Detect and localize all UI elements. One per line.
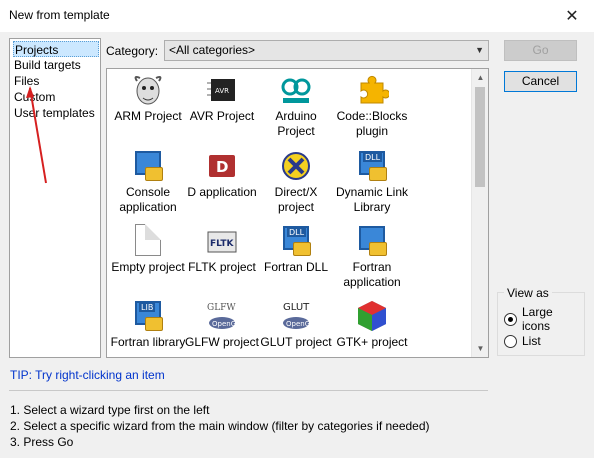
radio-selected-icon[interactable] — [504, 312, 517, 326]
category-label: Category: — [106, 44, 159, 58]
fltk-icon: FLTK — [205, 224, 239, 258]
template-label: Empty project — [111, 260, 185, 274]
template-fortran-dll[interactable]: DLL Fortran DLL — [256, 224, 336, 275]
dll-icon: DLL — [355, 149, 389, 183]
cancel-button[interactable]: Cancel — [504, 71, 577, 92]
svg-text:D: D — [216, 158, 228, 176]
category-value: <All categories> — [169, 43, 256, 57]
template-avr-project[interactable]: AVR AVR Project — [182, 73, 262, 124]
tip-text: TIP: Try right-clicking an item — [10, 368, 165, 382]
template-label: D application — [187, 185, 257, 199]
instructions: 1. Select a wizard type first on the lef… — [10, 402, 430, 450]
template-codeblocks-plugin[interactable]: Code::Blocks plugin — [332, 73, 412, 139]
instruction-step: 3. Press Go — [10, 435, 74, 449]
svg-text:OpenGL: OpenGL — [286, 320, 313, 328]
template-console-application[interactable]: Console application — [108, 149, 188, 215]
template-glut-project[interactable]: GLUT OpenGL GLUT project — [256, 299, 336, 350]
d-app-icon: D — [205, 149, 239, 183]
fortran-lib-icon: LIB — [131, 299, 165, 333]
template-glfw-project[interactable]: GLFW OpenGL GLFW project — [182, 299, 262, 350]
template-fltk-project[interactable]: FLTK FLTK project — [182, 224, 262, 275]
go-button[interactable]: Go — [504, 40, 577, 61]
template-label: Arduino Project — [275, 109, 317, 138]
template-gtk-project[interactable]: GTK+ project — [332, 299, 412, 350]
template-label: Dynamic Link Library — [335, 185, 409, 214]
instruction-step: 2. Select a specific wizard from the mai… — [10, 419, 430, 433]
close-icon: ✕ — [565, 8, 579, 25]
glut-icon: GLUT OpenGL — [279, 299, 314, 333]
template-label: AVR Project — [189, 109, 255, 123]
template-fortran-application[interactable]: Fortran application — [332, 224, 412, 290]
radio-unselected-icon[interactable] — [504, 334, 517, 348]
radio-large-icons[interactable]: Large icons — [504, 305, 584, 333]
list-item-files[interactable]: Files — [13, 73, 40, 89]
svg-text:FLTK: FLTK — [210, 239, 235, 249]
template-label: Fortran DLL — [263, 260, 329, 274]
svg-text:GLFW: GLFW — [207, 303, 236, 313]
view-as-group: View as Large icons List — [497, 286, 585, 356]
avr-chip-icon: AVR — [205, 73, 239, 107]
view-as-title: View as — [504, 286, 552, 300]
divider — [9, 390, 488, 391]
chevron-down-icon: ▼ — [475, 45, 484, 55]
template-dynamic-link-library[interactable]: DLL Dynamic Link Library — [332, 149, 412, 215]
template-label: Code::Blocks plugin — [336, 109, 408, 138]
svg-text:OpenGL: OpenGL — [212, 320, 239, 328]
template-label: ARM Project — [114, 109, 182, 123]
template-label: Fortran application — [343, 260, 401, 289]
svg-text:AVR: AVR — [215, 87, 229, 95]
list-item-user-templates[interactable]: User templates — [13, 105, 96, 121]
arduino-icon — [279, 73, 313, 107]
scroll-up-icon[interactable]: ▲ — [472, 69, 488, 86]
template-arm-project[interactable]: ARM Project — [108, 73, 188, 124]
template-label: FLTK project — [188, 260, 256, 274]
blank-document-icon — [131, 224, 165, 258]
template-label: Console application — [119, 185, 177, 214]
scroll-down-icon[interactable]: ▼ — [472, 340, 488, 357]
fortran-dll-icon: DLL — [279, 224, 313, 258]
list-item-build-targets[interactable]: Build targets — [13, 57, 82, 73]
svg-text:GLUT: GLUT — [283, 302, 310, 313]
instruction-step: 1. Select a wizard type first on the lef… — [10, 403, 210, 417]
template-d-application[interactable]: D D application — [182, 149, 262, 200]
title-bar: New from template ✕ — [0, 0, 594, 32]
template-directx-project[interactable]: Direct/X project — [256, 149, 336, 215]
puzzle-icon — [355, 73, 391, 107]
template-label: GLUT project — [260, 335, 332, 349]
template-grid[interactable]: ARM Project AVR AVR Project Arduino Proj… — [106, 68, 489, 358]
fortran-app-icon — [355, 224, 389, 258]
radio-label: Large icons — [522, 305, 553, 333]
gnu-icon — [131, 73, 165, 107]
gtk-icon — [355, 299, 389, 333]
template-label: GLFW project — [184, 335, 259, 349]
scrollbar-thumb[interactable] — [475, 87, 485, 187]
radio-list[interactable]: List — [504, 333, 541, 349]
template-fortran-library[interactable]: LIB Fortran library — [108, 299, 188, 350]
category-dropdown[interactable]: <All categories> ▼ — [164, 40, 489, 61]
template-label: Direct/X project — [274, 185, 318, 214]
directx-icon — [279, 149, 313, 183]
list-item-projects[interactable]: Projects — [13, 41, 99, 57]
close-button[interactable]: ✕ — [550, 0, 594, 32]
template-grid-scrollbar[interactable]: ▲ ▼ — [471, 69, 488, 357]
glfw-icon: GLFW OpenGL — [205, 299, 240, 333]
console-app-icon — [131, 149, 165, 183]
wizard-type-list[interactable]: Projects Build targets Files Custom User… — [9, 38, 101, 358]
list-item-custom[interactable]: Custom — [13, 89, 56, 105]
template-arduino-project[interactable]: Arduino Project — [256, 73, 336, 139]
radio-label: List — [522, 334, 541, 348]
template-label: GTK+ project — [336, 335, 408, 349]
window-title: New from template — [9, 8, 110, 22]
template-empty-project[interactable]: Empty project — [108, 224, 188, 275]
template-label: Fortran library — [110, 335, 186, 349]
